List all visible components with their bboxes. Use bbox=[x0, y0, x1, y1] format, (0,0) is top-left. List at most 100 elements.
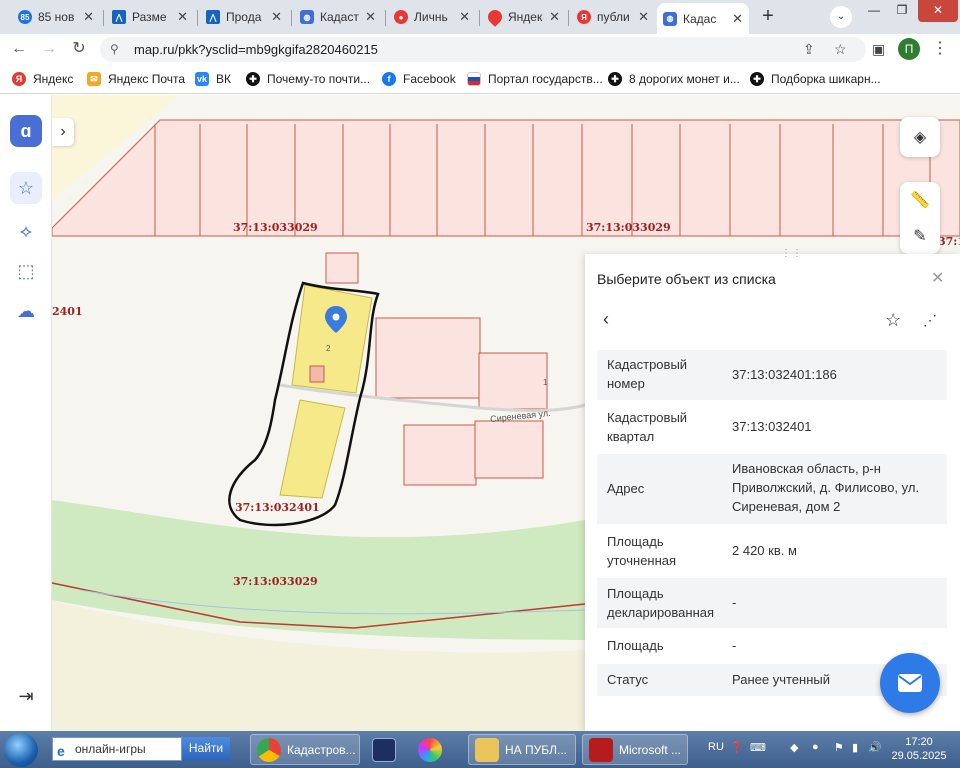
close-icon[interactable]: ✕ bbox=[271, 9, 282, 25]
property-value[interactable]: 37:13:032401:186 bbox=[732, 365, 942, 384]
panel-title: Выберите объект из списка bbox=[597, 271, 776, 287]
back-chevron-icon[interactable]: ‹ bbox=[603, 309, 609, 330]
close-icon[interactable]: ✕ bbox=[732, 11, 743, 27]
tab-strip: 85 85 нов ✕ ⋀ Разме ✕ ⋀ Прода ✕ ◍ Кадаст… bbox=[0, 0, 960, 34]
close-icon[interactable]: ✕ bbox=[365, 9, 376, 25]
browser-tab-active[interactable]: ◍ Кадас ✕ bbox=[657, 3, 749, 34]
bookmark-article-1[interactable]: ✚ Почему-то почти... bbox=[246, 71, 370, 87]
network-icon[interactable]: ▮ bbox=[852, 741, 858, 754]
browser-tab[interactable]: ⋀ Разме ✕ bbox=[106, 3, 194, 31]
time: 17:20 bbox=[905, 736, 933, 748]
close-icon[interactable]: ✕ bbox=[459, 9, 470, 25]
share-icon[interactable]: ⇪ bbox=[803, 41, 815, 58]
close-icon[interactable]: ✕ bbox=[549, 9, 560, 25]
property-value[interactable]: 37:13:032401 bbox=[732, 417, 942, 436]
browser-tab[interactable]: ⋀ Прода ✕ bbox=[200, 3, 288, 31]
property-key: Адрес bbox=[607, 481, 645, 496]
bookmark-vk[interactable]: vk ВК bbox=[195, 71, 231, 87]
tray-app-icon[interactable]: ● bbox=[812, 741, 819, 753]
bookmark-gosuslugi[interactable]: Портал государств... bbox=[467, 71, 603, 87]
flag-icon[interactable]: ⚑ bbox=[834, 741, 844, 754]
language-indicator[interactable]: RU bbox=[708, 741, 724, 753]
favorite-star-icon[interactable]: ☆ bbox=[885, 310, 901, 331]
help-icon[interactable]: ❓ bbox=[730, 741, 744, 754]
new-tab-button[interactable]: + bbox=[756, 5, 780, 29]
tray-app-icon[interactable]: ◆ bbox=[790, 741, 798, 754]
reload-button[interactable]: ↻ bbox=[68, 38, 90, 60]
ie-icon: e bbox=[57, 743, 65, 759]
feedback-mail-button[interactable] bbox=[880, 653, 940, 713]
parcel-number-label: 2 bbox=[326, 344, 331, 353]
favorites-star-icon[interactable]: ☆ bbox=[10, 172, 42, 204]
taskbar-chrome[interactable]: Кадастров... bbox=[250, 734, 360, 765]
site-info-icon[interactable]: ⚲ bbox=[110, 42, 119, 56]
cloud-icon[interactable]: ☁ bbox=[10, 295, 42, 327]
tab-favicon: 85 bbox=[18, 10, 32, 24]
forward-button[interactable]: → bbox=[38, 38, 60, 60]
taskbar-security-app[interactable] bbox=[366, 734, 406, 765]
volume-icon[interactable]: 🔊 bbox=[868, 741, 882, 754]
bookmark-article-3[interactable]: ✚ Подборка шикарн... bbox=[750, 71, 881, 87]
ruler-icon[interactable]: 📏 bbox=[910, 190, 930, 210]
parcel[interactable] bbox=[375, 317, 481, 399]
browser-tab[interactable]: ◍ Кадаст ✕ bbox=[294, 3, 382, 31]
quarter-label: 37:13:033029 bbox=[586, 221, 671, 234]
close-icon[interactable]: ✕ bbox=[177, 9, 188, 25]
property-key: Площадь декларированная bbox=[607, 586, 715, 620]
building[interactable] bbox=[309, 365, 325, 383]
taskbar-microsoft[interactable]: Microsoft ... bbox=[582, 734, 688, 765]
close-icon[interactable]: ✕ bbox=[83, 9, 94, 25]
shield-icon bbox=[372, 737, 396, 762]
selected-parcel-north[interactable] bbox=[291, 284, 373, 394]
plus-circle-icon: ✚ bbox=[750, 72, 764, 86]
address-bar[interactable]: ⚲ map.ru/pkk?ysclid=mb9gkgifa2820460215 … bbox=[100, 37, 866, 62]
close-icon[interactable]: ✕ bbox=[931, 268, 944, 288]
property-row: Кадастровый квартал 37:13:032401 bbox=[597, 402, 947, 452]
bookmark-yandex-mail[interactable]: ✉ Яндекс Почта bbox=[87, 71, 185, 87]
quarter-label: 37:13:033029 bbox=[233, 575, 318, 588]
close-icon[interactable]: ✕ bbox=[638, 9, 649, 25]
tab-search-button[interactable]: ⌄ bbox=[830, 6, 852, 28]
quarter-top bbox=[51, 119, 960, 237]
selected-parcel-south[interactable] bbox=[279, 399, 346, 499]
search-button[interactable]: Найти bbox=[182, 737, 230, 761]
drag-handle[interactable]: ⋮⋮ bbox=[781, 248, 802, 259]
app-logo[interactable]: ɑ bbox=[10, 115, 42, 147]
profile-avatar[interactable]: П bbox=[898, 38, 920, 60]
browser-tab[interactable]: 85 85 нов ✕ bbox=[12, 3, 100, 31]
side-panel-icon[interactable]: ▣ bbox=[872, 41, 885, 58]
parcel-small[interactable] bbox=[325, 252, 359, 284]
select-area-icon[interactable]: ⬚ bbox=[10, 255, 42, 287]
parcel[interactable] bbox=[403, 424, 477, 486]
back-button[interactable]: ← bbox=[8, 38, 30, 60]
maximize-button[interactable]: ❐ bbox=[888, 0, 916, 22]
layers-button[interactable]: ◈ bbox=[900, 117, 940, 157]
edit-icon[interactable]: ✎ bbox=[913, 226, 926, 246]
bookmark-star-icon[interactable]: ☆ bbox=[834, 41, 847, 58]
color-wheel-icon bbox=[418, 737, 442, 762]
window-close-button[interactable]: ✕ bbox=[918, 0, 958, 22]
taskbar-folder[interactable]: НА ПУБЛ... bbox=[468, 734, 576, 765]
taskbar-search-input[interactable]: e онлайн-игры bbox=[52, 737, 182, 761]
tools-group: 📏 ✎ bbox=[900, 182, 940, 254]
login-icon[interactable]: ⇥ bbox=[10, 680, 42, 712]
bookmark-yandex[interactable]: Я Яндекс bbox=[12, 71, 73, 87]
bookmark-article-2[interactable]: ✚ 8 дорогих монет и... bbox=[608, 71, 740, 87]
minimize-button[interactable]: — bbox=[860, 0, 888, 22]
parcel[interactable] bbox=[478, 352, 548, 410]
bookmark-label: 8 дорогих монет и... bbox=[629, 72, 740, 86]
browser-tab[interactable]: Я публи ✕ bbox=[571, 3, 655, 31]
start-button[interactable] bbox=[4, 733, 38, 767]
route-icon[interactable]: ⟡ bbox=[10, 215, 42, 247]
parcel[interactable] bbox=[474, 420, 544, 479]
taskbar-color-app[interactable] bbox=[412, 734, 460, 765]
browser-tab[interactable]: ● Личнь ✕ bbox=[388, 3, 476, 31]
keyboard-icon[interactable]: ⌨ bbox=[750, 741, 766, 754]
browser-tab[interactable]: Яндекс ✕ bbox=[482, 3, 566, 31]
share-icon[interactable]: ⋰ bbox=[923, 312, 937, 329]
clock[interactable]: 17:20 29.05.2025 bbox=[884, 735, 954, 763]
browser-menu-icon[interactable]: ⋮ bbox=[932, 38, 948, 58]
bookmark-facebook[interactable]: f Facebook bbox=[382, 71, 456, 87]
bookmark-label: Почему-то почти... bbox=[267, 72, 371, 86]
expand-sidebar-button[interactable]: › bbox=[52, 118, 74, 146]
